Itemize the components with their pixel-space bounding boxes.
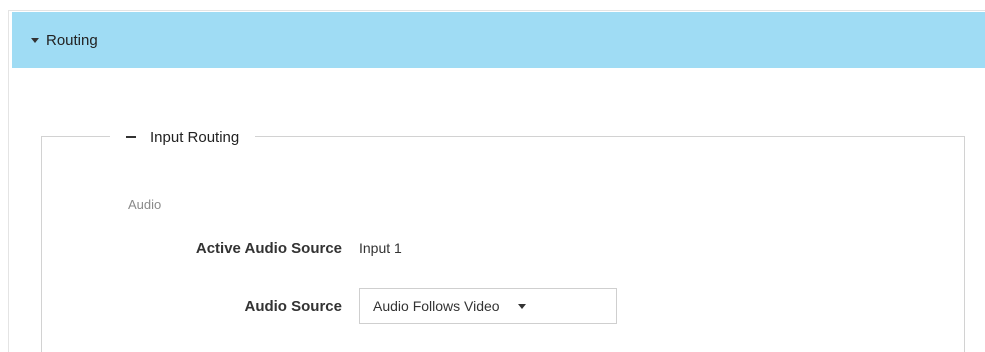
- caret-down-icon: [31, 38, 39, 43]
- minus-icon: [126, 136, 136, 138]
- input-routing-toggle[interactable]: Input Routing: [110, 123, 256, 151]
- audio-source-label: Audio Source: [244, 297, 342, 315]
- audio-source-select[interactable]: Audio Follows Video: [359, 288, 617, 324]
- audio-group-label: Audio: [128, 197, 162, 212]
- routing-section-header[interactable]: Routing: [12, 12, 985, 68]
- caret-down-icon: [517, 303, 526, 309]
- input-routing-fieldset: Input Routing Audio Active Audio Source …: [41, 123, 965, 352]
- audio-source-row: Audio Source Audio Follows Video: [42, 288, 964, 324]
- input-routing-title: Input Routing: [150, 128, 240, 146]
- section-title: Routing: [46, 31, 98, 49]
- active-audio-source-label: Active Audio Source: [195, 239, 342, 257]
- audio-source-selected-value: Audio Follows Video: [373, 298, 500, 314]
- active-audio-source-value: Input 1: [359, 240, 402, 256]
- active-audio-source-row: Active Audio Source Input 1: [42, 233, 964, 263]
